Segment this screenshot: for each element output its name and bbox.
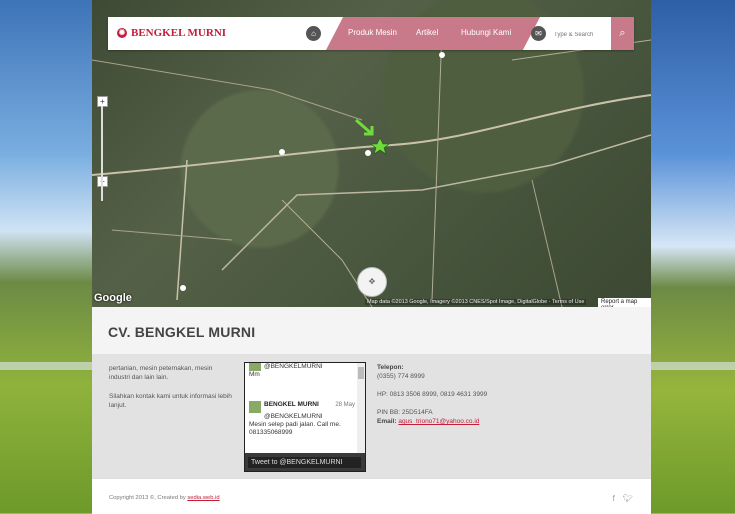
search-button[interactable]: ⌕ bbox=[611, 17, 634, 50]
background-right bbox=[651, 0, 735, 513]
tweet-text: Mm bbox=[249, 371, 260, 378]
twitter-widget: @BENGKELMURNI Mm BENGKEL MURNI 28 May @B… bbox=[244, 362, 366, 472]
navbar: ✹ BENGKEL MURNI ⌂ Produk Mesin Artikel H… bbox=[108, 17, 634, 50]
email-label: Email: bbox=[377, 418, 397, 425]
copyright: Copyright 2013 ©, Created by sedia.web.i… bbox=[109, 495, 220, 501]
nav-item-artikel[interactable]: Artikel bbox=[416, 28, 438, 37]
zoom-slider[interactable] bbox=[101, 106, 103, 201]
about-text: pertanian, mesin peternakan, mesin indus… bbox=[109, 364, 234, 420]
social-links: f 🐦︎ bbox=[613, 494, 633, 503]
email-link[interactable]: agus_triono71@yahoo.co.id bbox=[398, 418, 479, 425]
tweet-item: @BENGKELMURNI Mm bbox=[249, 363, 323, 379]
contact-info: Telepon: (0355) 774 8999 HP: 0813 3506 8… bbox=[377, 363, 487, 426]
hp-numbers: HP: 0813 3506 8999, 0819 4631 3999 bbox=[377, 391, 488, 398]
content-area: pertanian, mesin peternakan, mesin indus… bbox=[92, 354, 651, 478]
mail-icon[interactable]: ✉ bbox=[531, 26, 546, 41]
tweet-text: Mesin selep padi jalan. Call me. 0813350… bbox=[249, 421, 341, 436]
google-logo: Google bbox=[94, 292, 132, 304]
brand-name: BENGKEL MURNI bbox=[131, 27, 227, 39]
avatar[interactable] bbox=[249, 401, 261, 413]
page-title: CV. BENGKEL MURNI bbox=[108, 324, 256, 340]
nav-item-hubungi-kami[interactable]: Hubungi Kami bbox=[461, 28, 511, 37]
home-icon[interactable]: ⌂ bbox=[306, 26, 321, 41]
gear-icon: ✹ bbox=[117, 28, 127, 38]
tweet-handle[interactable]: @BENGKELMURNI bbox=[264, 363, 323, 370]
tweet-date[interactable]: 28 May bbox=[335, 401, 355, 409]
copyright-text: Copyright 2013 ©, Created by bbox=[109, 495, 186, 501]
page: + − ✥ Google Map data ©2013 Google, Imag… bbox=[92, 0, 651, 514]
tweet-author[interactable]: BENGKEL MURNI bbox=[264, 401, 319, 408]
credit-link[interactable]: sedia.web.id bbox=[187, 495, 219, 501]
tweet-handle[interactable]: @BENGKELMURNI bbox=[264, 413, 323, 420]
nav-item-produk-mesin[interactable]: Produk Mesin bbox=[348, 28, 397, 37]
map-pan-control[interactable]: ✥ bbox=[357, 267, 387, 297]
facebook-icon[interactable]: f bbox=[613, 494, 615, 503]
map[interactable]: + − ✥ Google Map data ©2013 Google, Imag… bbox=[92, 0, 651, 307]
background-left bbox=[0, 0, 92, 513]
tweet-to-button[interactable]: Tweet to @BENGKELMURNI bbox=[248, 457, 361, 468]
main-menu: Produk Mesin Artikel Hubungi Kami bbox=[326, 17, 540, 50]
tweet-scrollbar[interactable] bbox=[357, 363, 365, 453]
map-zoom-control: + − bbox=[97, 96, 108, 203]
avatar bbox=[249, 363, 261, 371]
brand-logo[interactable]: ✹ BENGKEL MURNI bbox=[117, 27, 226, 39]
map-attribution[interactable]: Map data ©2013 Google, Imagery ©2013 CNE… bbox=[365, 299, 587, 305]
about-paragraph-2: Silahkan kontak kami untuk informasi leb… bbox=[109, 393, 232, 409]
report-map-error-link[interactable]: Report a map error bbox=[598, 298, 651, 307]
footer: Copyright 2013 ©, Created by sedia.web.i… bbox=[92, 478, 651, 514]
phone-number: (0355) 774 8999 bbox=[377, 373, 425, 380]
search-icon: ⌕ bbox=[619, 27, 626, 39]
title-band: CV. BENGKEL MURNI bbox=[92, 307, 651, 354]
about-paragraph-1: pertanian, mesin peternakan, mesin indus… bbox=[109, 365, 213, 381]
tweet-item: BENGKEL MURNI 28 May @BENGKELMURNI Mesin… bbox=[249, 401, 355, 437]
phone-label: Telepon: bbox=[377, 364, 404, 371]
search-input[interactable] bbox=[552, 26, 612, 43]
scrollbar-thumb[interactable] bbox=[358, 367, 364, 379]
tweet-list[interactable]: @BENGKELMURNI Mm BENGKEL MURNI 28 May @B… bbox=[245, 363, 357, 453]
twitter-icon[interactable]: 🐦︎ bbox=[623, 494, 633, 503]
pin-bb: PIN BB: 25D514FA bbox=[377, 409, 433, 416]
